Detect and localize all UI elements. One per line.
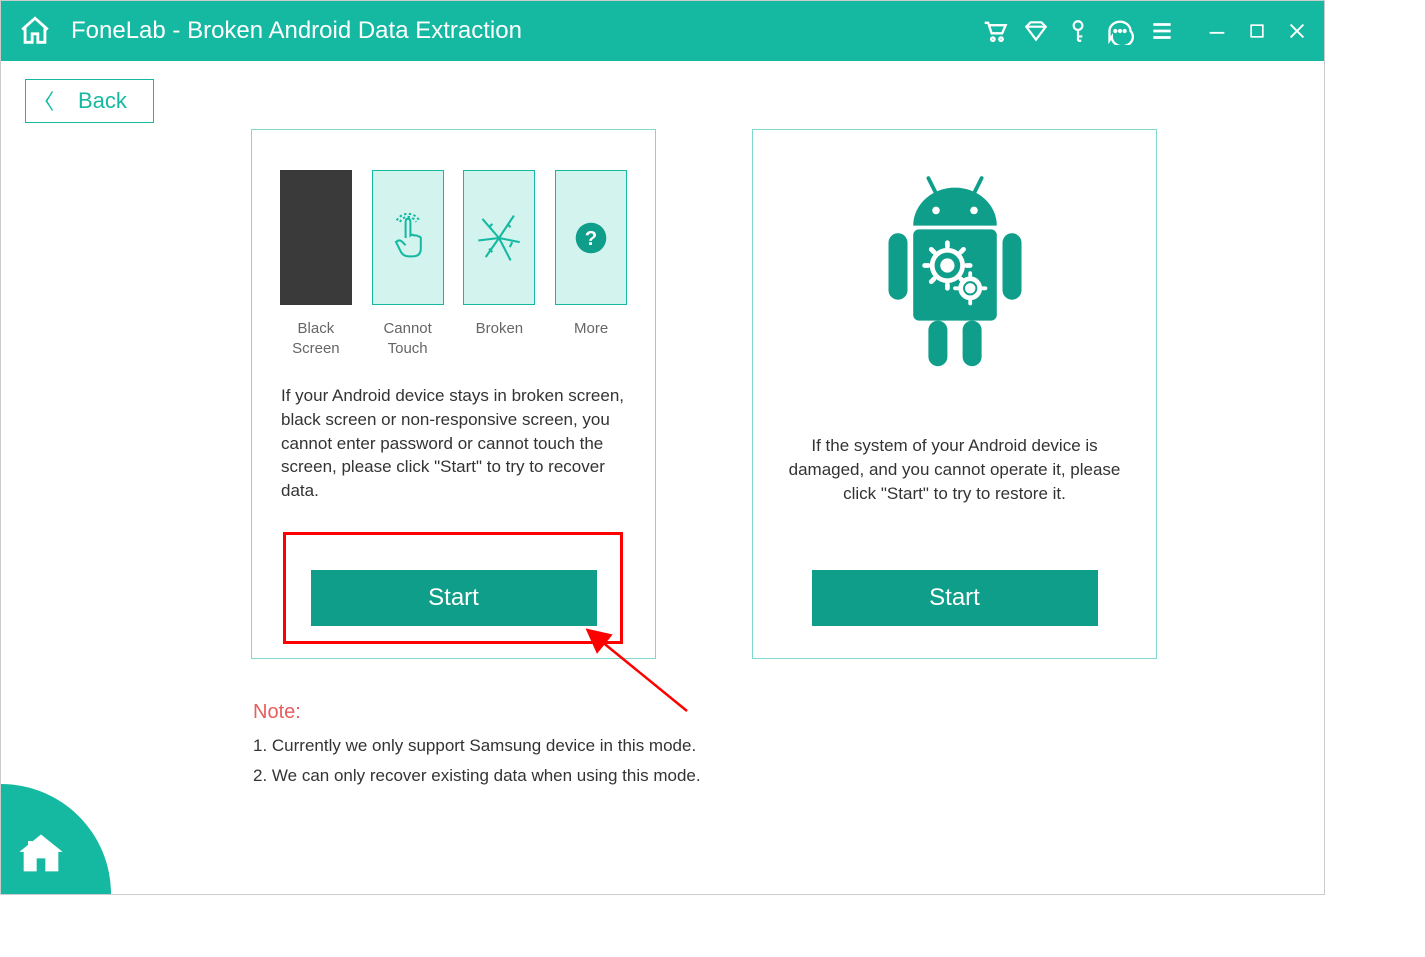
- scenario-broken: Broken: [461, 170, 539, 358]
- black-screen-icon: [280, 170, 352, 305]
- android-icon: [778, 170, 1131, 380]
- diamond-icon[interactable]: [1022, 17, 1050, 45]
- key-icon[interactable]: [1064, 17, 1092, 45]
- question-icon: ?: [555, 170, 627, 305]
- minimize-button[interactable]: [1206, 20, 1228, 42]
- home-icon: [15, 828, 67, 880]
- feedback-icon[interactable]: [1106, 17, 1134, 45]
- card1-description: If your Android device stays in broken s…: [277, 384, 630, 503]
- system-damaged-card: If the system of your Android device is …: [752, 129, 1157, 659]
- back-label: Back: [78, 88, 127, 114]
- note-line-2: 2. We can only recover existing data whe…: [253, 766, 701, 786]
- home-icon[interactable]: [17, 13, 53, 49]
- note-section: Note: 1. Currently we only support Samsu…: [253, 701, 701, 796]
- start-button-restore[interactable]: Start: [812, 570, 1098, 626]
- menu-icon[interactable]: [1148, 17, 1176, 45]
- cart-icon[interactable]: [980, 17, 1008, 45]
- card2-description: If the system of your Android device is …: [778, 434, 1131, 505]
- scenario-black-screen: Black Screen: [277, 170, 355, 358]
- broken-screen-card: Black Screen Cannot Touch: [251, 129, 656, 659]
- crack-icon: [463, 170, 535, 305]
- close-button[interactable]: [1286, 20, 1308, 42]
- touch-icon: [372, 170, 444, 305]
- back-arrow-icon: [44, 90, 60, 112]
- maximize-button[interactable]: [1246, 20, 1268, 42]
- note-line-1: 1. Currently we only support Samsung dev…: [253, 736, 701, 756]
- back-button[interactable]: Back: [25, 79, 154, 123]
- app-title: FoneLab - Broken Android Data Extraction: [71, 17, 980, 45]
- note-heading: Note:: [253, 701, 701, 724]
- titlebar: FoneLab - Broken Android Data Extraction: [1, 1, 1324, 61]
- bottom-home-button[interactable]: [1, 784, 111, 894]
- scenario-more: ? More: [552, 170, 630, 358]
- svg-text:?: ?: [585, 227, 597, 249]
- start-button-recover[interactable]: Start: [311, 570, 597, 626]
- scenario-cannot-touch: Cannot Touch: [369, 170, 447, 358]
